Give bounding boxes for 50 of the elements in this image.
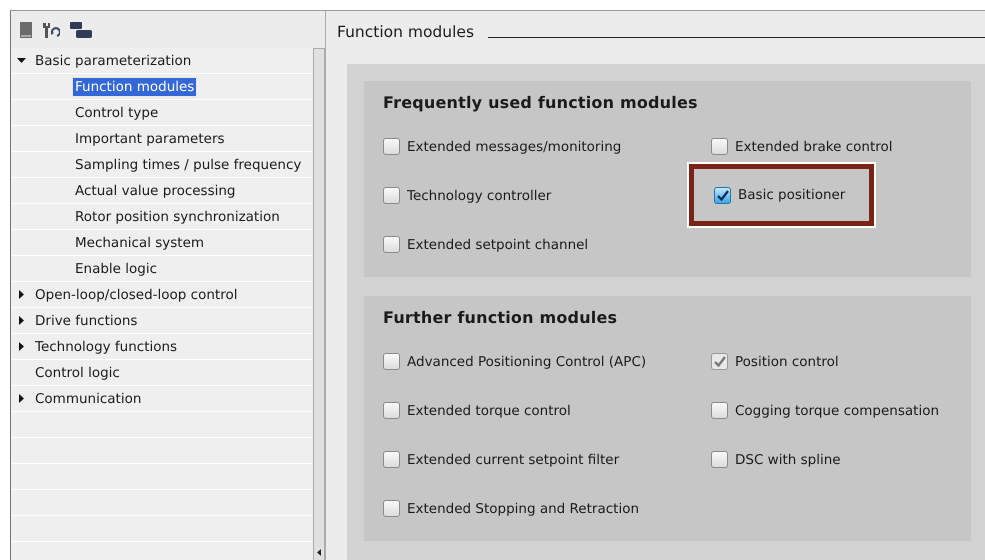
checkbox-label: Advanced Positioning Control (APC) [407, 354, 646, 370]
checkbox[interactable] [383, 402, 400, 419]
checkbox[interactable] [711, 402, 728, 419]
checkbox-label: Cogging torque compensation [735, 402, 940, 418]
checkbox[interactable] [383, 138, 400, 155]
checkbox[interactable] [714, 186, 731, 204]
caret-right-icon[interactable] [17, 316, 26, 325]
tree-item[interactable]: Technology functions [33, 338, 180, 356]
tree-item[interactable]: Sampling times / pulse frequency [73, 156, 304, 174]
checkbox-label: Extended current setpoint filter [407, 452, 620, 468]
tree-item[interactable]: Control logic [33, 364, 122, 382]
checkbox-label: Basic positioner [738, 187, 846, 203]
tree-item[interactable]: Rotor position synchronization [73, 208, 282, 226]
checkbox[interactable] [383, 451, 400, 468]
checkbox-label: Extended Stopping and Retraction [407, 500, 640, 516]
checkbox-label: Position control [735, 354, 839, 370]
blocks-icon[interactable] [70, 22, 92, 38]
group-title: Frequently used function modules [383, 93, 698, 112]
memory-card-icon[interactable] [20, 22, 32, 38]
checkbox-label: Extended torque control [407, 402, 571, 418]
caret-right-icon[interactable] [17, 394, 26, 403]
tree-item[interactable]: Mechanical system [73, 234, 206, 252]
tree-item[interactable]: Enable logic [73, 260, 160, 278]
checkbox-label: Extended setpoint channel [407, 236, 588, 252]
scroll-left-icon[interactable] [317, 549, 321, 556]
checkbox[interactable] [383, 500, 400, 517]
wrench-icon[interactable] [42, 22, 60, 38]
caret-right-icon[interactable] [17, 342, 26, 351]
checkbox[interactable] [383, 353, 400, 370]
checkbox-label: Extended messages/monitoring [407, 138, 622, 154]
tree-item[interactable]: Important parameters [73, 130, 227, 148]
checkbox[interactable] [383, 236, 400, 253]
checkbox[interactable] [383, 187, 400, 204]
tree-item[interactable]: Open-loop/closed-loop control [33, 286, 240, 304]
section-title: Function modules [337, 23, 474, 41]
tree-item[interactable]: Basic parameterization [33, 52, 194, 70]
caret-right-icon[interactable] [17, 290, 26, 299]
group-title: Further function modules [383, 308, 618, 327]
tree-item[interactable]: Actual value processing [73, 182, 238, 200]
checkbox-label: Technology controller [407, 188, 552, 204]
checkbox-label: DSC with spline [735, 452, 841, 468]
tree-item[interactable]: Drive functions [33, 312, 140, 330]
tree-item[interactable]: Communication [33, 390, 144, 408]
tree-item[interactable]: Control type [73, 104, 160, 122]
tree-item[interactable]: Function modules [73, 78, 196, 96]
caret-down-icon[interactable] [17, 56, 26, 65]
checkbox-label: Extended brake control [735, 138, 893, 154]
checkbox[interactable] [711, 138, 728, 155]
checkbox[interactable] [711, 451, 728, 468]
scrollbar[interactable] [313, 48, 325, 560]
